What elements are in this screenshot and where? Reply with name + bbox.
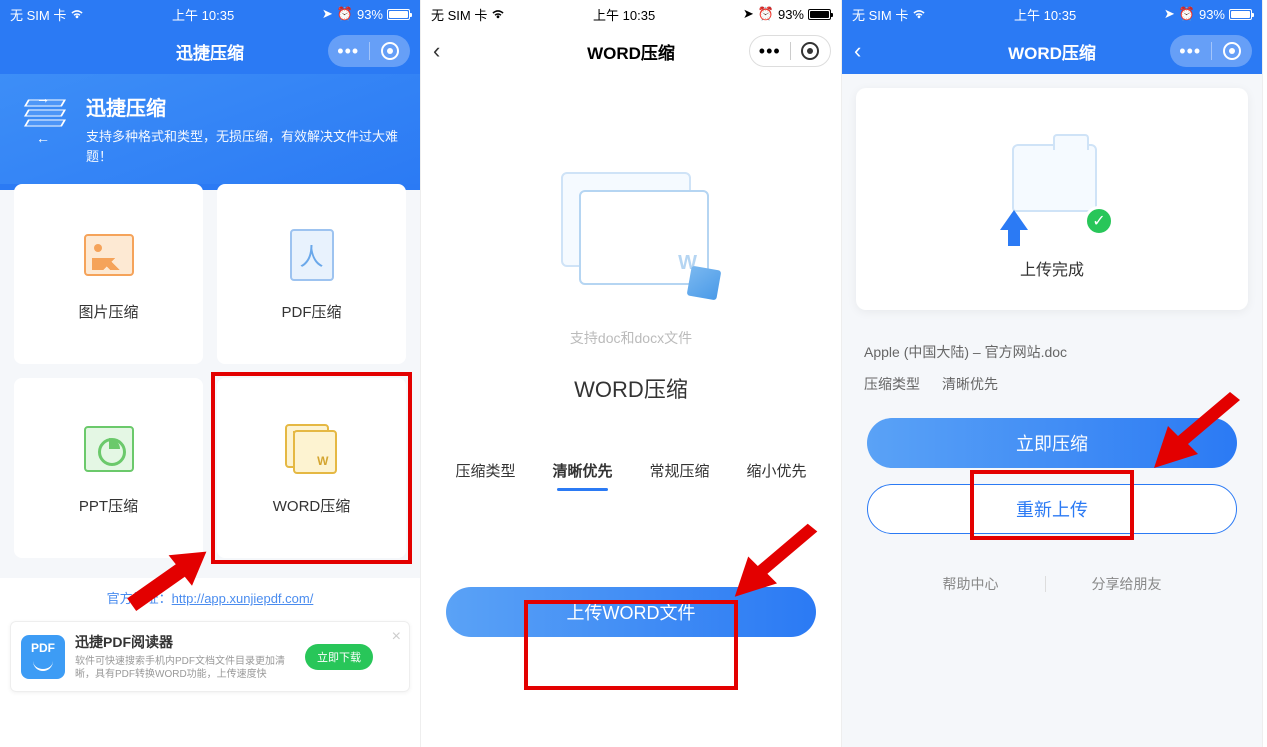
pdf-app-icon: [21, 635, 65, 679]
close-target-icon[interactable]: [791, 42, 831, 60]
word-illustration: [541, 164, 721, 314]
more-icon[interactable]: •••: [328, 41, 369, 62]
banner-title: 迅捷PDF阅读器: [75, 632, 295, 652]
card-label: PDF压缩: [281, 301, 341, 322]
word-icon: W: [285, 424, 339, 474]
nav-arrow-icon: ➤: [743, 6, 754, 22]
carrier-text: 无 SIM 卡: [431, 5, 487, 24]
nav-bar: 迅捷压缩 •••: [0, 28, 420, 74]
wifi-icon: [491, 9, 505, 19]
page-title: WORD压缩: [1008, 39, 1096, 64]
alarm-icon: ⏰: [758, 6, 774, 22]
hero-desc: 支持多种格式和类型，无损压缩，有效解决文件过大难题！: [86, 127, 398, 166]
image-icon: [84, 234, 134, 276]
battery-pct: 93%: [1199, 7, 1225, 22]
capsule-menu[interactable]: •••: [1170, 35, 1252, 67]
compress-type-row: 压缩类型 清晰优先: [842, 366, 1262, 418]
type-label: 压缩类型: [864, 374, 920, 394]
nav-bar: ‹ WORD压缩 •••: [421, 28, 841, 74]
carrier-text: 无 SIM 卡: [852, 5, 908, 24]
type-value: 清晰优先: [942, 374, 998, 394]
section-title: WORD压缩: [421, 372, 841, 404]
battery-icon: [387, 9, 410, 20]
promo-banner: 迅捷PDF阅读器 软件可快速搜索手机内PDF文档文件目录更加清晰，具有PDF转换…: [10, 621, 410, 692]
card-label: PPT压缩: [79, 495, 138, 516]
status-bar: 无 SIM 卡 上午 10:35 ➤ ⏰ 93%: [842, 0, 1262, 28]
card-pdf-compress[interactable]: PDF压缩: [217, 184, 406, 364]
upload-complete-icon: ✓: [992, 128, 1112, 238]
banner-sub: 软件可快速搜索手机内PDF文档文件目录更加清晰，具有PDF转换WORD功能，上传…: [75, 655, 295, 681]
official-label: 官方地址：: [107, 591, 172, 606]
reupload-button[interactable]: 重新上传: [867, 484, 1237, 534]
card-label: WORD压缩: [273, 495, 351, 516]
pdf-icon: [290, 229, 334, 281]
share-link[interactable]: 分享给朋友: [1046, 574, 1208, 594]
more-icon[interactable]: •••: [750, 41, 790, 62]
official-link-row: 官方地址：http://app.xunjiepdf.com/: [0, 578, 420, 621]
clock-text: 上午 10:35: [172, 5, 234, 24]
screen-word-upload: 无 SIM 卡 上午 10:35 ➤ ⏰ 93% ‹ WORD压缩 ••• 支持…: [421, 0, 842, 747]
download-button[interactable]: 立即下载: [305, 644, 373, 670]
file-name: Apple (中国大陆) – 官方网站.doc: [842, 324, 1262, 366]
card-word-compress[interactable]: W WORD压缩: [217, 378, 406, 558]
tab-smallest[interactable]: 缩小优先: [744, 454, 808, 487]
compress-type-tabs: 压缩类型 清晰优先 常规压缩 缩小优先: [421, 454, 841, 487]
wifi-icon: [70, 9, 84, 19]
close-target-icon[interactable]: [370, 42, 411, 60]
compress-now-button[interactable]: 立即压缩: [867, 418, 1237, 468]
battery-pct: 93%: [778, 7, 804, 22]
card-ppt-compress[interactable]: PPT压缩: [14, 378, 203, 558]
back-icon[interactable]: ‹: [854, 38, 861, 64]
back-icon[interactable]: ‹: [433, 38, 440, 64]
tab-normal[interactable]: 常规压缩: [647, 454, 711, 487]
carrier-text: 无 SIM 卡: [10, 5, 66, 24]
more-icon[interactable]: •••: [1170, 41, 1211, 62]
battery-pct: 93%: [357, 7, 383, 22]
page-title: 迅捷压缩: [176, 39, 244, 64]
official-url[interactable]: http://app.xunjiepdf.com/: [172, 591, 314, 606]
screen-word-ready: 无 SIM 卡 上午 10:35 ➤ ⏰ 93% ‹ WORD压缩 ••• ✓ …: [842, 0, 1263, 747]
nav-arrow-icon: ➤: [1164, 6, 1175, 22]
status-bar: 无 SIM 卡 上午 10:35 ➤ ⏰ 93%: [0, 0, 420, 28]
nav-bar: ‹ WORD压缩 •••: [842, 28, 1262, 74]
status-bar: 无 SIM 卡 上午 10:35 ➤ ⏰ 93%: [421, 0, 841, 28]
alarm-icon: ⏰: [337, 6, 353, 22]
upload-word-button[interactable]: 上传WORD文件: [446, 587, 816, 637]
close-icon[interactable]: ×: [392, 628, 401, 646]
upload-status-text: 上传完成: [856, 256, 1248, 280]
capsule-menu[interactable]: •••: [749, 35, 831, 67]
close-target-icon[interactable]: [1212, 42, 1253, 60]
page-title: WORD压缩: [587, 39, 675, 64]
clock-text: 上午 10:35: [593, 5, 655, 24]
help-link[interactable]: 帮助中心: [897, 574, 1045, 594]
wifi-icon: [912, 9, 926, 19]
nav-arrow-icon: ➤: [322, 6, 333, 22]
card-image-compress[interactable]: 图片压缩: [14, 184, 203, 364]
clock-text: 上午 10:35: [1014, 5, 1076, 24]
capsule-menu[interactable]: •••: [328, 35, 410, 67]
hero-title: 迅捷压缩: [86, 92, 398, 121]
tab-label: 压缩类型: [453, 454, 517, 487]
tool-grid: 图片压缩 PDF压缩 PPT压缩 W WORD压缩: [0, 184, 420, 578]
hero-banner: → ← 迅捷压缩 支持多种格式和类型，无损压缩，有效解决文件过大难题！: [0, 74, 420, 192]
footer-links: 帮助中心 分享给朋友: [842, 574, 1262, 594]
ppt-icon: [84, 426, 134, 472]
layers-icon: → ←: [22, 92, 70, 140]
support-text: 支持doc和docx文件: [421, 328, 841, 348]
tab-clarity[interactable]: 清晰优先: [550, 454, 614, 487]
battery-icon: [1229, 9, 1252, 20]
battery-icon: [808, 9, 831, 20]
alarm-icon: ⏰: [1179, 6, 1195, 22]
upload-status-card: ✓ 上传完成: [856, 88, 1248, 310]
card-label: 图片压缩: [78, 301, 138, 322]
screen-home: 无 SIM 卡 上午 10:35 ➤ ⏰ 93% 迅捷压缩 ••• → ← 迅捷…: [0, 0, 421, 747]
check-icon: ✓: [1084, 206, 1114, 236]
